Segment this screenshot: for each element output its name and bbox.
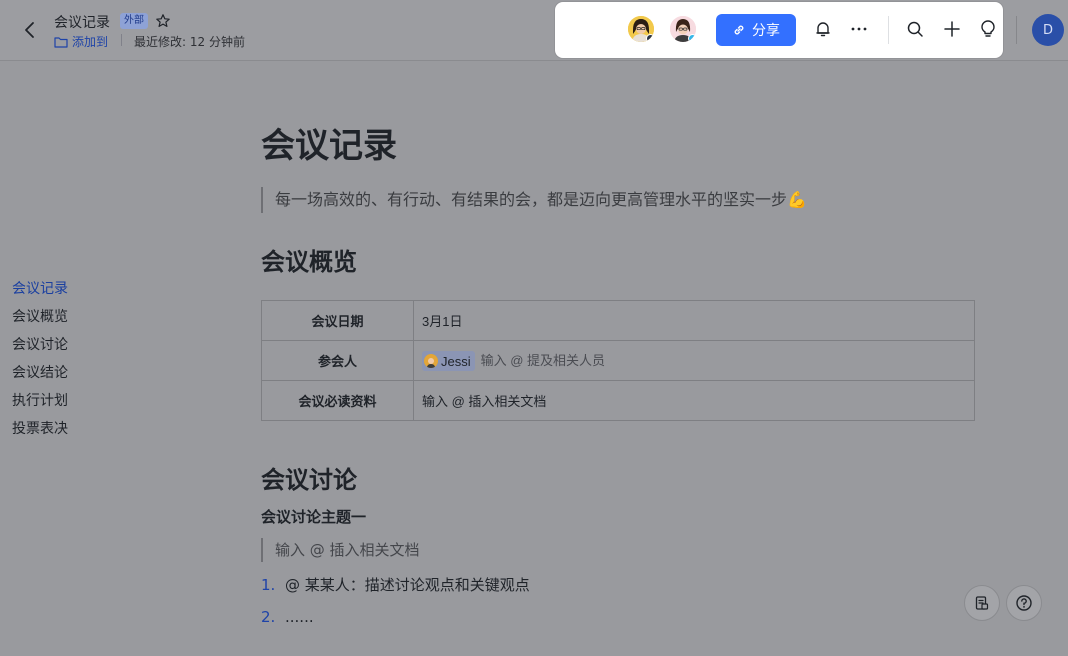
help-button[interactable]	[1006, 585, 1042, 621]
more-button[interactable]	[848, 18, 870, 40]
tips-button[interactable]	[977, 18, 999, 40]
list-number: 1.	[261, 576, 276, 594]
new-button[interactable]	[941, 18, 963, 40]
collaborator-avatar[interactable]	[668, 14, 698, 44]
back-button[interactable]	[18, 18, 40, 42]
share-label: 分享	[752, 22, 780, 38]
table-row: 会议必读资料 输入 @ 插入相关文档	[261, 380, 975, 421]
list-number: 2.	[261, 608, 276, 626]
status-dot	[646, 34, 654, 42]
table-key-cell[interactable]: 参会人	[261, 340, 414, 381]
page-title[interactable]: 会议记录	[261, 118, 397, 167]
placeholder-text: 输入 @ 提及相关人员	[480, 352, 606, 368]
last-modified: 最近修改: 12 分钟前	[134, 35, 245, 49]
more-icon	[851, 27, 867, 31]
notification-button[interactable]	[812, 18, 834, 40]
top-bar: 会议记录 外部 添加到 最近修改: 12 分钟前 分享 D	[0, 0, 1068, 61]
table-row: 会议日期 3月1日	[261, 300, 975, 341]
list-item[interactable]: 2.......	[261, 608, 314, 626]
user-avatar[interactable]: D	[1032, 14, 1064, 46]
table-row: 参会人 Jessi 输入 @ 提及相关人员	[261, 340, 975, 381]
add-to-button[interactable]: 添加到	[54, 33, 108, 50]
outline-item-discussion[interactable]: 会议讨论	[12, 334, 68, 362]
external-badge: 外部	[120, 13, 148, 29]
intro-quote[interactable]: 每一场高效的、有行动、有结果的会，都是迈向更高管理水平的坚实一步💪	[261, 187, 807, 213]
outline-item-conclusion[interactable]: 会议结论	[12, 362, 68, 390]
list-item[interactable]: 1. @ 某某人：描述讨论观点和关键观点	[261, 574, 530, 595]
table-key-cell[interactable]: 会议日期	[261, 300, 414, 341]
link-icon	[734, 25, 744, 35]
bulb-icon	[981, 20, 995, 37]
collaborator-avatar[interactable]	[626, 14, 656, 44]
doc-title: 会议记录	[54, 15, 110, 31]
mention-name: Jessi	[441, 353, 471, 369]
outline-item-meeting-record[interactable]: 会议记录	[12, 278, 68, 306]
avatar	[424, 354, 438, 369]
outline-item-action-plan[interactable]: 执行计划	[12, 390, 68, 418]
topic-quote[interactable]: 输入 @ 插入相关文档	[261, 538, 420, 562]
heading-topic-one[interactable]: 会议讨论主题一	[261, 506, 366, 527]
folder-icon	[54, 36, 68, 48]
table-value-cell[interactable]: 3月1日	[413, 300, 975, 341]
table-value-cell[interactable]: Jessi 输入 @ 提及相关人员	[413, 340, 975, 381]
list-text: ......	[285, 608, 314, 626]
table-value-cell[interactable]: 输入 @ 插入相关文档	[413, 380, 975, 421]
search-icon	[907, 21, 923, 37]
plus-icon	[944, 21, 960, 37]
list-text: @ 某某人：描述讨论观点和关键观点	[285, 576, 530, 594]
bell-icon	[816, 22, 830, 37]
help-icon	[1016, 595, 1032, 611]
status-dot	[688, 34, 696, 42]
search-button[interactable]	[904, 18, 926, 40]
document-list-icon	[975, 596, 989, 610]
toolbar-panel: 分享	[555, 2, 1003, 58]
divider	[888, 16, 889, 44]
document-outline: 会议记录 会议概览 会议讨论 会议结论 执行计划 投票表决	[12, 278, 68, 446]
outline-item-voting[interactable]: 投票表决	[12, 418, 68, 446]
outline-toggle-button[interactable]	[964, 585, 1000, 621]
outline-item-overview[interactable]: 会议概览	[12, 306, 68, 334]
person-mention[interactable]: Jessi	[422, 351, 475, 372]
heading-overview[interactable]: 会议概览	[261, 242, 357, 277]
chevron-left-icon	[25, 22, 34, 38]
heading-discussion[interactable]: 会议讨论	[261, 460, 357, 495]
add-to-label: 添加到	[72, 35, 109, 49]
share-button[interactable]: 分享	[716, 14, 796, 46]
divider	[121, 34, 122, 46]
table-key-cell[interactable]: 会议必读资料	[261, 380, 414, 421]
divider	[1016, 16, 1017, 44]
star-icon[interactable]	[155, 13, 171, 29]
meeting-info-table: 会议日期 3月1日 参会人 Jessi 输入 @ 提及相关人员 会议必读资料 输…	[261, 300, 975, 421]
